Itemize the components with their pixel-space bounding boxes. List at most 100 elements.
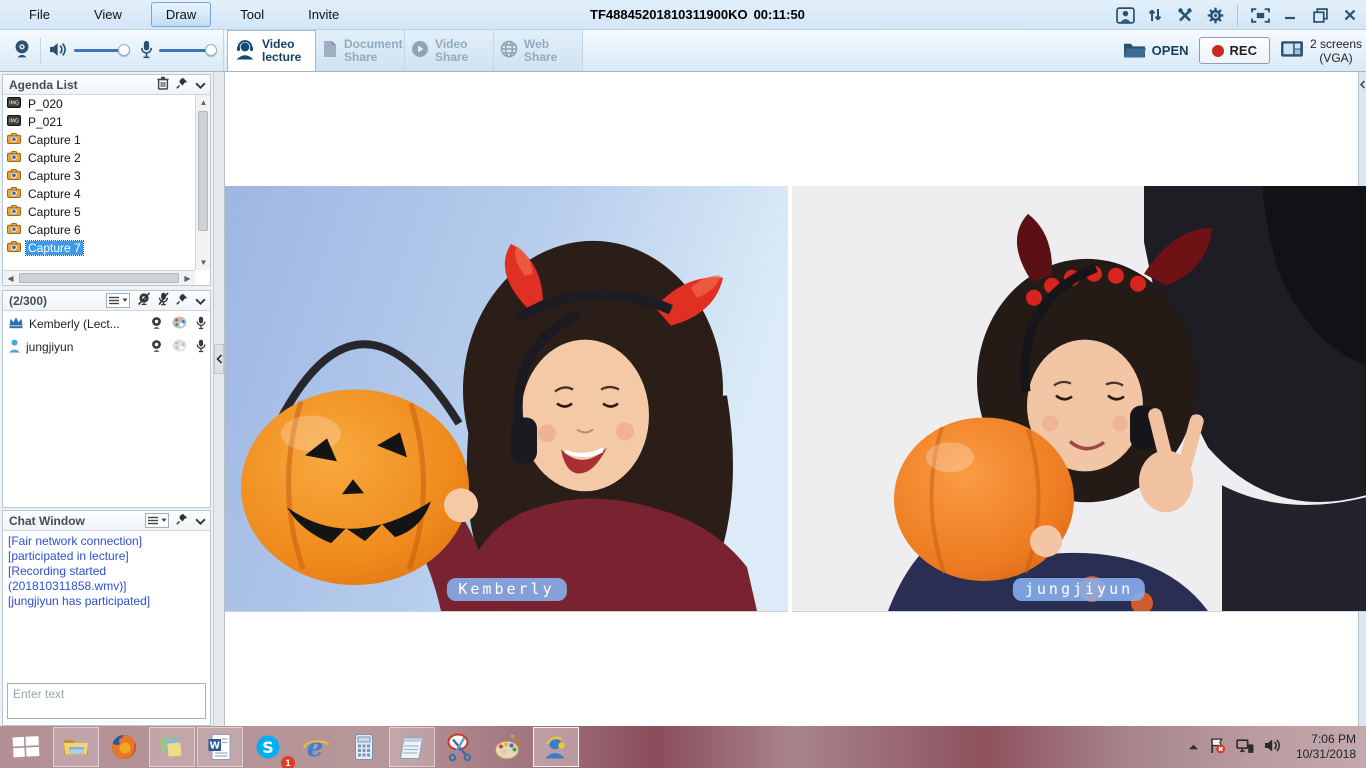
- mic-slider-knob[interactable]: [205, 44, 217, 56]
- chat-input[interactable]: [7, 683, 206, 719]
- start-button[interactable]: [0, 726, 52, 768]
- trash-icon[interactable]: [157, 76, 169, 93]
- svg-text:IMG: IMG: [9, 101, 19, 107]
- open-button[interactable]: OPEN: [1123, 41, 1189, 61]
- menu-invite[interactable]: Invite: [293, 2, 354, 27]
- taskbar-internet-explorer[interactable]: e: [293, 727, 339, 767]
- user-profile-icon[interactable]: [1115, 6, 1135, 24]
- chat-message: [Recording started (201810311858.wmv)]: [8, 564, 205, 594]
- volume-slider-knob[interactable]: [118, 44, 130, 56]
- tab-web-share[interactable]: Web Share: [494, 30, 583, 71]
- agenda-item[interactable]: Capture 3: [3, 167, 195, 185]
- participant-row[interactable]: Kemberly (Lect...: [3, 314, 210, 334]
- chevron-down-icon[interactable]: [195, 294, 206, 308]
- screens-count: 2 screens: [1310, 37, 1362, 51]
- taskbar-snipping-tool[interactable]: [437, 727, 483, 767]
- tab-video-share[interactable]: Video Share: [405, 30, 494, 71]
- agenda-item[interactable]: Capture 5: [3, 203, 195, 221]
- list-menu-button[interactable]: [106, 293, 130, 308]
- sidebar-divider: [213, 72, 225, 726]
- pin-icon[interactable]: [176, 77, 188, 92]
- agenda-vertical-scrollbar[interactable]: ▲ ▼: [195, 95, 210, 270]
- settings-gear-icon[interactable]: [1205, 6, 1225, 24]
- agenda-item-selected[interactable]: Capture 7: [3, 239, 195, 257]
- taskbar-file-explorer[interactable]: [53, 727, 99, 767]
- tools-icon[interactable]: [1175, 6, 1195, 24]
- participant-palette-icon[interactable]: [172, 316, 187, 332]
- restore-icon[interactable]: [1310, 6, 1330, 24]
- agenda-header: Agenda List: [3, 75, 210, 95]
- chevron-down-icon[interactable]: [195, 514, 206, 528]
- sidebar-collapse-button[interactable]: [214, 344, 224, 374]
- mic-off-icon[interactable]: [158, 292, 169, 309]
- scroll-down-icon[interactable]: ▼: [196, 255, 211, 270]
- menu-file[interactable]: File: [14, 2, 65, 27]
- taskbar-word[interactable]: W: [197, 727, 243, 767]
- fullscreen-frame-icon[interactable]: [1250, 6, 1270, 24]
- chat-message: [participated in lecture]: [8, 549, 205, 564]
- taskbar-notepad[interactable]: [389, 727, 435, 767]
- tab-label: Video lecture: [262, 38, 309, 64]
- image-file-icon: IMG: [7, 115, 21, 129]
- scrollbar-thumb[interactable]: [198, 111, 208, 231]
- menu-tool[interactable]: Tool: [225, 2, 279, 27]
- tab-video-lecture[interactable]: Video lecture: [227, 30, 316, 71]
- tray-chevron-up-icon[interactable]: [1188, 740, 1199, 754]
- mic-icon[interactable]: [140, 40, 153, 62]
- participant-mic-icon[interactable]: [196, 339, 206, 356]
- scroll-up-icon[interactable]: ▲: [196, 95, 211, 110]
- participant-webcam-icon[interactable]: [150, 316, 163, 333]
- agenda-item[interactable]: Capture 1: [3, 131, 195, 149]
- tab-document-share[interactable]: Document Share: [316, 30, 405, 71]
- screens-indicator[interactable]: 2 screens (VGA): [1280, 37, 1362, 65]
- mic-slider[interactable]: [159, 49, 215, 52]
- taskbar-paint[interactable]: [485, 727, 531, 767]
- chevron-down-icon[interactable]: [195, 78, 206, 92]
- chat-header: Chat Window: [3, 511, 210, 531]
- transfer-icon[interactable]: [1145, 6, 1165, 24]
- action-center-flag-icon[interactable]: [1209, 737, 1226, 757]
- participant-palette-icon[interactable]: [172, 339, 187, 355]
- menu-view[interactable]: View: [79, 2, 137, 27]
- taskbar-firefox[interactable]: [101, 727, 147, 767]
- video-row: Kemberly: [225, 186, 1366, 612]
- network-icon[interactable]: [1236, 738, 1254, 757]
- pin-icon[interactable]: [176, 293, 188, 308]
- minimize-icon[interactable]: [1280, 6, 1300, 24]
- taskbar-sticky-notes[interactable]: [149, 727, 195, 767]
- capture-camera-icon: [7, 241, 21, 255]
- app-window: File View Draw Tool Invite TF48845201810…: [0, 0, 1366, 768]
- scroll-right-icon[interactable]: ▶: [180, 271, 195, 286]
- capture-camera-icon: [7, 133, 21, 147]
- agenda-item[interactable]: Capture 4: [3, 185, 195, 203]
- pin-icon[interactable]: [176, 513, 188, 528]
- tray-speaker-icon[interactable]: [1264, 738, 1282, 756]
- agenda-item[interactable]: Capture 2: [3, 149, 195, 167]
- menu-draw[interactable]: Draw: [151, 2, 211, 27]
- video-feed-jungjiyun[interactable]: jungjiyun: [792, 186, 1366, 612]
- taskbar-calculator[interactable]: [341, 727, 387, 767]
- chevron-left-icon[interactable]: [1359, 78, 1366, 92]
- webcam-off-icon[interactable]: [137, 292, 151, 309]
- speaker-icon[interactable]: [49, 42, 68, 60]
- image-file-icon: IMG: [7, 97, 21, 111]
- agenda-horizontal-scrollbar[interactable]: ◀ ▶: [3, 270, 195, 285]
- av-controls: [0, 30, 224, 71]
- agenda-item[interactable]: Capture 6: [3, 221, 195, 239]
- chat-menu-button[interactable]: [145, 513, 169, 528]
- agenda-item[interactable]: IMG P_020: [3, 95, 195, 113]
- close-icon[interactable]: [1340, 6, 1360, 24]
- video-feed-kemberly[interactable]: Kemberly: [225, 186, 788, 612]
- participant-row[interactable]: jungjiyun: [3, 337, 210, 357]
- rec-button[interactable]: REC: [1199, 37, 1270, 64]
- taskbar-skype[interactable]: S 1: [245, 727, 291, 767]
- participant-mic-icon[interactable]: [196, 316, 206, 333]
- participant-webcam-icon[interactable]: [150, 339, 163, 356]
- volume-slider[interactable]: [74, 49, 130, 52]
- webcam-icon[interactable]: [12, 39, 32, 62]
- taskbar-lecture-app[interactable]: [533, 727, 579, 767]
- scroll-left-icon[interactable]: ◀: [3, 271, 18, 286]
- agenda-item[interactable]: IMG P_021: [3, 113, 195, 131]
- tray-clock[interactable]: 7:06 PM 10/31/2018: [1292, 732, 1356, 762]
- scrollbar-thumb[interactable]: [19, 273, 179, 283]
